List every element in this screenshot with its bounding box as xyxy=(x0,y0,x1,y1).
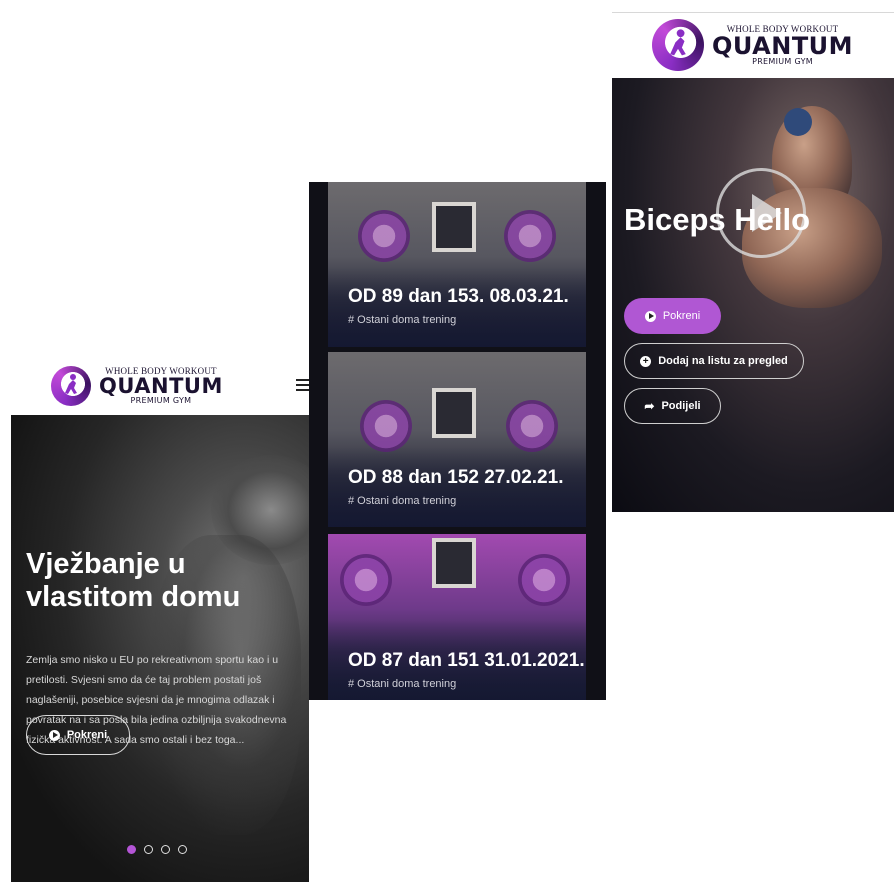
site-header: WHOLE BODY WORKOUT QUANTUM PREMIUM GYM xyxy=(612,12,894,78)
quantum-logo[interactable]: WHOLE BODY WORKOUT QUANTUM PREMIUM GYM xyxy=(652,19,853,71)
site-header: WHOLE BODY WORKOUT QUANTUM PREMIUM GYM xyxy=(11,360,309,415)
slider-dot-4[interactable] xyxy=(178,845,187,854)
hero-title: Vježbanje u vlastitom domu xyxy=(26,548,241,613)
kettlebell-image xyxy=(784,108,812,136)
thumbnail-logo-image xyxy=(506,400,558,452)
thumbnail-logo-image xyxy=(504,210,556,262)
video-tag: # Ostani doma trening xyxy=(348,495,457,507)
video-card[interactable]: OD 89 dan 153. 08.03.21. # Ostani doma t… xyxy=(328,182,586,347)
video-title: OD 89 dan 153. 08.03.21. xyxy=(348,286,569,307)
logo-wordmark: QUANTUM xyxy=(712,31,854,60)
video-title: OD 87 dan 151 31.01.2021. xyxy=(348,650,585,671)
add-to-watchlist-button[interactable]: + Dodaj na listu za pregled xyxy=(624,343,804,379)
hero-slider: Vježbanje u vlastitom domu Zemlja smo ni… xyxy=(11,415,309,882)
logo-wordmark: QUANTUM xyxy=(99,374,223,398)
logo-subtitle: PREMIUM GYM xyxy=(130,396,192,405)
start-button[interactable]: Pokreni xyxy=(26,715,130,755)
video-card[interactable]: OD 87 dan 151 31.01.2021. # Ostani doma … xyxy=(328,534,586,700)
share-icon: ➦ xyxy=(644,399,655,413)
video-detail-panel: WHOLE BODY WORKOUT QUANTUM PREMIUM GYM B… xyxy=(612,12,894,512)
video-card[interactable]: OD 88 dan 152 27.02.21. # Ostani doma tr… xyxy=(328,352,586,527)
play-button-label: Pokreni xyxy=(662,310,701,322)
slider-dot-2[interactable] xyxy=(144,845,153,854)
logo-emblem-icon xyxy=(652,19,704,71)
video-list-panel: OD 89 dan 153. 08.03.21. # Ostani doma t… xyxy=(309,182,606,700)
thumbnail-window-image xyxy=(432,388,476,438)
slider-dot-1[interactable] xyxy=(127,845,136,854)
start-button-label: Pokreni xyxy=(66,729,108,741)
slider-dots xyxy=(127,845,187,854)
thumbnail-window-image xyxy=(432,202,476,252)
thumbnail-logo-image xyxy=(340,554,392,606)
thumbnail-logo-image xyxy=(360,400,412,452)
thumbnail-logo-image xyxy=(358,210,410,262)
logo-emblem-icon xyxy=(51,366,91,406)
video-tag: # Ostani doma trening xyxy=(348,314,457,326)
video-title: OD 88 dan 152 27.02.21. xyxy=(348,467,564,488)
slider-dot-3[interactable] xyxy=(161,845,170,854)
thumbnail-window-image xyxy=(432,538,476,588)
thumbnail-logo-image xyxy=(518,554,570,606)
watchlist-button-label: Dodaj na listu za pregled xyxy=(658,355,788,367)
home-panel: WHOLE BODY WORKOUT QUANTUM PREMIUM GYM V… xyxy=(11,360,309,882)
video-tag: # Ostani doma trening xyxy=(348,678,457,690)
plus-icon: + xyxy=(640,355,652,367)
play-icon xyxy=(48,729,60,741)
quantum-logo[interactable]: WHOLE BODY WORKOUT QUANTUM PREMIUM GYM xyxy=(51,366,223,406)
share-button-label: Podijeli xyxy=(661,400,701,412)
share-button[interactable]: ➦ Podijeli xyxy=(624,388,721,424)
play-button[interactable]: Pokreni xyxy=(624,298,721,334)
video-title: Biceps Hello xyxy=(624,202,811,237)
play-icon xyxy=(644,310,656,322)
hamburger-icon[interactable] xyxy=(296,379,309,394)
video-hero xyxy=(612,78,894,512)
